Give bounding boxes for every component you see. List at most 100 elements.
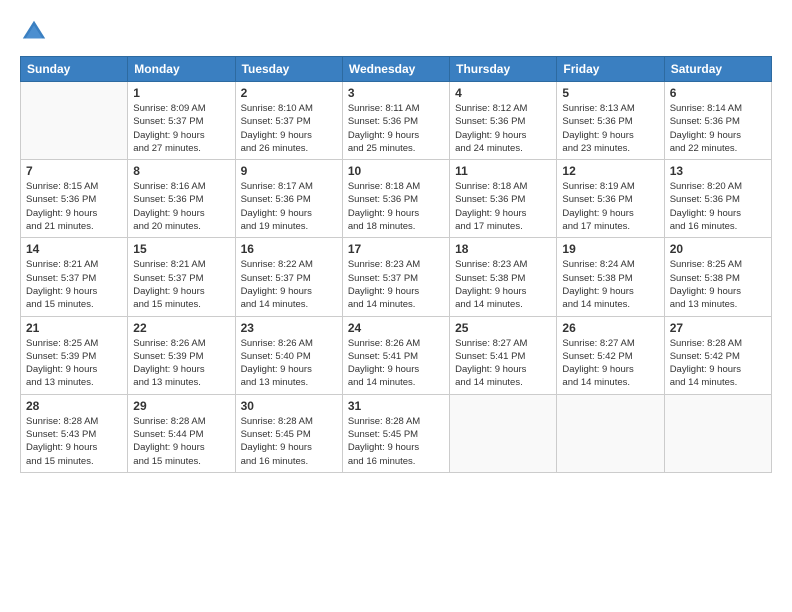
logo-icon <box>20 18 48 46</box>
day-cell: 19Sunrise: 8:24 AMSunset: 5:38 PMDayligh… <box>557 238 664 316</box>
day-number: 7 <box>26 164 122 178</box>
header <box>20 18 772 46</box>
day-cell: 31 Sunrise: 8:28 AMSunset: 5:45 PMDayligh… <box>342 394 449 472</box>
page: SundayMondayTuesdayWednesdayThursdayFrid… <box>0 0 792 612</box>
day-info: Sunrise: 8:20 AMSunset: 5:36 PMDaylight:… <box>670 180 766 233</box>
day-number: 30 <box>241 399 337 413</box>
day-info: Sunrise: 8:17 AMSunset: 5:36 PMDaylight:… <box>241 180 337 233</box>
day-cell <box>21 82 128 160</box>
day-cell: 1 Sunrise: 8:09 AMSunset: 5:37 PMDaylight… <box>128 82 235 160</box>
day-cell <box>450 394 557 472</box>
column-header-friday: Friday <box>557 57 664 82</box>
day-info: Sunrise: 8:14 AMSunset: 5:36 PMDaylight:… <box>670 102 766 155</box>
day-cell: 28 Sunrise: 8:28 AMSunset: 5:43 PMDayligh… <box>21 394 128 472</box>
day-number: 26 <box>562 321 658 335</box>
day-number: 17 <box>348 242 444 256</box>
day-info: Sunrise: 8:13 AMSunset: 5:36 PMDaylight:… <box>562 102 658 155</box>
day-number: 6 <box>670 86 766 100</box>
day-info: Sunrise: 8:27 AMSunset: 5:42 PMDaylight:… <box>562 337 658 390</box>
day-info: Sunrise: 8:28 AMSunset: 5:45 PMDaylight:… <box>241 415 337 468</box>
day-cell <box>557 394 664 472</box>
day-number: 4 <box>455 86 551 100</box>
day-number: 27 <box>670 321 766 335</box>
day-info: Sunrise: 8:18 AMSunset: 5:36 PMDaylight:… <box>455 180 551 233</box>
day-cell: 2Sunrise: 8:10 AMSunset: 5:37 PMDaylight… <box>235 82 342 160</box>
day-number: 22 <box>133 321 229 335</box>
logo <box>20 18 52 46</box>
column-header-tuesday: Tuesday <box>235 57 342 82</box>
day-cell: 26 Sunrise: 8:27 AMSunset: 5:42 PMDayligh… <box>557 316 664 394</box>
calendar-header-row: SundayMondayTuesdayWednesdayThursdayFrid… <box>21 57 772 82</box>
day-number: 18 <box>455 242 551 256</box>
day-number: 31 <box>348 399 444 413</box>
day-info: Sunrise: 8:27 AMSunset: 5:41 PMDaylight:… <box>455 337 551 390</box>
day-info: Sunrise: 8:16 AMSunset: 5:36 PMDaylight:… <box>133 180 229 233</box>
day-info: Sunrise: 8:24 AMSunset: 5:38 PMDaylight:… <box>562 258 658 311</box>
day-number: 29 <box>133 399 229 413</box>
day-number: 14 <box>26 242 122 256</box>
day-cell: 18 Sunrise: 8:23 AMSunset: 5:38 PMDayligh… <box>450 238 557 316</box>
day-cell: 12Sunrise: 8:19 AMSunset: 5:36 PMDayligh… <box>557 160 664 238</box>
day-number: 9 <box>241 164 337 178</box>
day-info: Sunrise: 8:22 AMSunset: 5:37 PMDaylight:… <box>241 258 337 311</box>
day-info: Sunrise: 8:26 AMSunset: 5:41 PMDaylight:… <box>348 337 444 390</box>
day-cell: 29 Sunrise: 8:28 AMSunset: 5:44 PMDayligh… <box>128 394 235 472</box>
day-number: 13 <box>670 164 766 178</box>
day-cell: 8 Sunrise: 8:16 AMSunset: 5:36 PMDaylight… <box>128 160 235 238</box>
day-info: Sunrise: 8:12 AMSunset: 5:36 PMDaylight:… <box>455 102 551 155</box>
day-cell: 6 Sunrise: 8:14 AMSunset: 5:36 PMDaylight… <box>664 82 771 160</box>
day-cell: 4 Sunrise: 8:12 AMSunset: 5:36 PMDaylight… <box>450 82 557 160</box>
day-info: Sunrise: 8:28 AMSunset: 5:42 PMDaylight:… <box>670 337 766 390</box>
week-row-3: 14 Sunrise: 8:21 AMSunset: 5:37 PMDayligh… <box>21 238 772 316</box>
column-header-thursday: Thursday <box>450 57 557 82</box>
day-cell: 7 Sunrise: 8:15 AMSunset: 5:36 PMDaylight… <box>21 160 128 238</box>
day-cell: 17 Sunrise: 8:23 AMSunset: 5:37 PMDayligh… <box>342 238 449 316</box>
day-info: Sunrise: 8:23 AMSunset: 5:38 PMDaylight:… <box>455 258 551 311</box>
day-cell: 27 Sunrise: 8:28 AMSunset: 5:42 PMDayligh… <box>664 316 771 394</box>
day-number: 21 <box>26 321 122 335</box>
day-number: 8 <box>133 164 229 178</box>
week-row-5: 28 Sunrise: 8:28 AMSunset: 5:43 PMDayligh… <box>21 394 772 472</box>
day-number: 24 <box>348 321 444 335</box>
day-cell: 3Sunrise: 8:11 AMSunset: 5:36 PMDaylight… <box>342 82 449 160</box>
day-number: 20 <box>670 242 766 256</box>
day-info: Sunrise: 8:28 AMSunset: 5:43 PMDaylight:… <box>26 415 122 468</box>
day-info: Sunrise: 8:28 AMSunset: 5:44 PMDaylight:… <box>133 415 229 468</box>
week-row-4: 21 Sunrise: 8:25 AMSunset: 5:39 PMDayligh… <box>21 316 772 394</box>
day-number: 5 <box>562 86 658 100</box>
day-info: Sunrise: 8:23 AMSunset: 5:37 PMDaylight:… <box>348 258 444 311</box>
day-info: Sunrise: 8:28 AMSunset: 5:45 PMDaylight:… <box>348 415 444 468</box>
day-cell: 30 Sunrise: 8:28 AMSunset: 5:45 PMDayligh… <box>235 394 342 472</box>
week-row-2: 7 Sunrise: 8:15 AMSunset: 5:36 PMDaylight… <box>21 160 772 238</box>
column-header-wednesday: Wednesday <box>342 57 449 82</box>
column-header-saturday: Saturday <box>664 57 771 82</box>
day-info: Sunrise: 8:26 AMSunset: 5:40 PMDaylight:… <box>241 337 337 390</box>
column-header-sunday: Sunday <box>21 57 128 82</box>
day-info: Sunrise: 8:26 AMSunset: 5:39 PMDaylight:… <box>133 337 229 390</box>
day-number: 25 <box>455 321 551 335</box>
day-info: Sunrise: 8:25 AMSunset: 5:39 PMDaylight:… <box>26 337 122 390</box>
day-info: Sunrise: 8:15 AMSunset: 5:36 PMDaylight:… <box>26 180 122 233</box>
day-cell <box>664 394 771 472</box>
day-cell: 20 Sunrise: 8:25 AMSunset: 5:38 PMDayligh… <box>664 238 771 316</box>
day-number: 11 <box>455 164 551 178</box>
day-number: 16 <box>241 242 337 256</box>
day-number: 1 <box>133 86 229 100</box>
day-info: Sunrise: 8:09 AMSunset: 5:37 PMDaylight:… <box>133 102 229 155</box>
week-row-1: 1 Sunrise: 8:09 AMSunset: 5:37 PMDaylight… <box>21 82 772 160</box>
day-number: 10 <box>348 164 444 178</box>
day-cell: 16 Sunrise: 8:22 AMSunset: 5:37 PMDayligh… <box>235 238 342 316</box>
day-cell: 11 Sunrise: 8:18 AMSunset: 5:36 PMDayligh… <box>450 160 557 238</box>
day-number: 15 <box>133 242 229 256</box>
day-number: 2 <box>241 86 337 100</box>
day-info: Sunrise: 8:25 AMSunset: 5:38 PMDaylight:… <box>670 258 766 311</box>
day-cell: 15 Sunrise: 8:21 AMSunset: 5:37 PMDayligh… <box>128 238 235 316</box>
day-cell: 21 Sunrise: 8:25 AMSunset: 5:39 PMDayligh… <box>21 316 128 394</box>
day-cell: 13 Sunrise: 8:20 AMSunset: 5:36 PMDayligh… <box>664 160 771 238</box>
day-info: Sunrise: 8:21 AMSunset: 5:37 PMDaylight:… <box>26 258 122 311</box>
day-cell: 25 Sunrise: 8:27 AMSunset: 5:41 PMDayligh… <box>450 316 557 394</box>
day-cell: 10Sunrise: 8:18 AMSunset: 5:36 PMDayligh… <box>342 160 449 238</box>
day-info: Sunrise: 8:21 AMSunset: 5:37 PMDaylight:… <box>133 258 229 311</box>
day-number: 23 <box>241 321 337 335</box>
day-number: 28 <box>26 399 122 413</box>
